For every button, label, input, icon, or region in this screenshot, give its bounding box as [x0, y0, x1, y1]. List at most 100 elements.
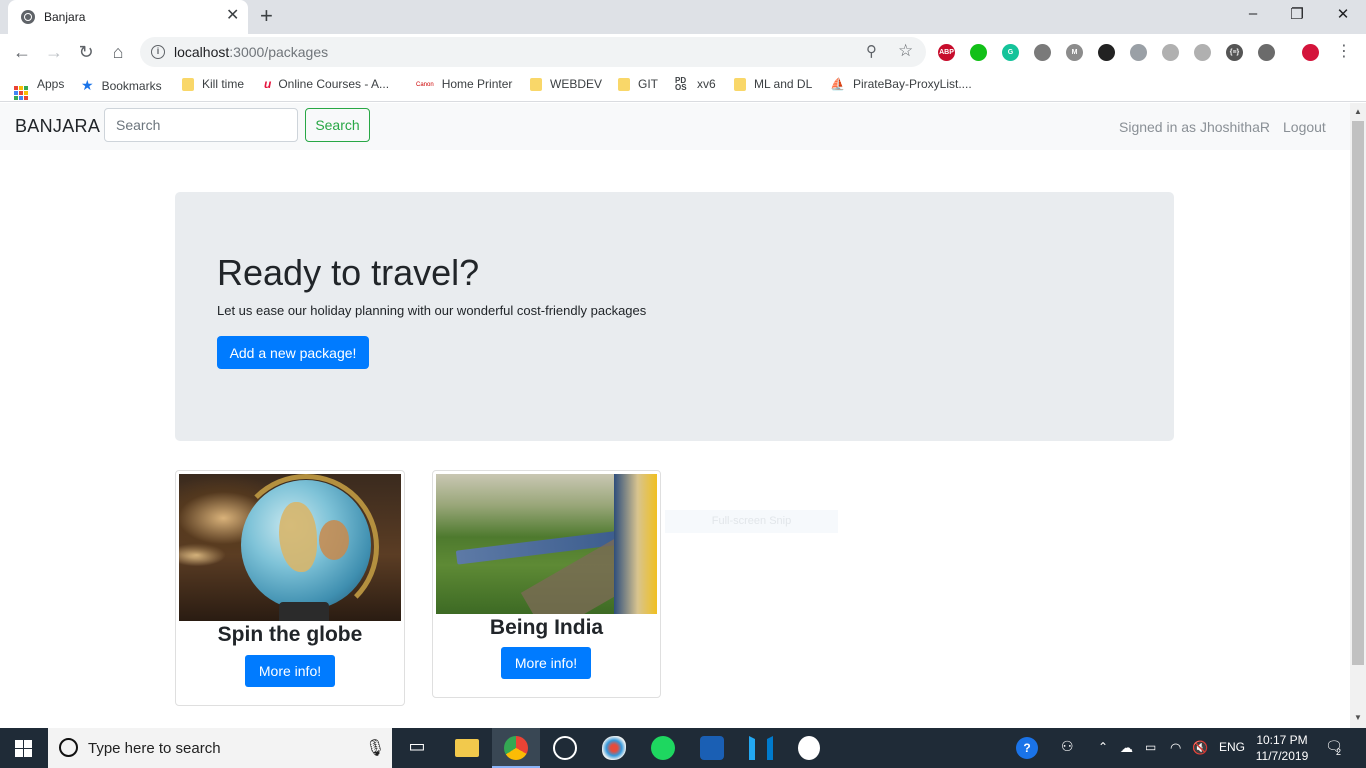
taskbar-search-placeholder: Type here to search — [88, 740, 221, 757]
bookmark-home-printer[interactable]: Canon Home Printer — [416, 77, 512, 91]
tab-close-icon[interactable]: ✕ — [226, 8, 239, 24]
hangouts-icon[interactable] — [970, 44, 987, 61]
microphone-icon[interactable]: 🎙 — [365, 738, 385, 758]
task-view-button[interactable]: ▭ — [393, 728, 441, 768]
address-bar[interactable]: i localhost:3000/packages ⚲ ☆ — [140, 37, 926, 67]
scroll-up-arrow-icon[interactable]: ▲ — [1354, 107, 1362, 116]
globe-ext-icon[interactable] — [1162, 44, 1179, 61]
search-input[interactable] — [104, 108, 298, 142]
bookmark-label: Bookmarks — [101, 79, 162, 93]
taskbar-clock[interactable]: 10:17 PM 11/7/2019 — [1254, 732, 1310, 764]
copy-ext-icon[interactable] — [1194, 44, 1211, 61]
udemy-icon: u — [264, 77, 272, 91]
help-icon[interactable]: ? — [1016, 737, 1038, 759]
add-package-button[interactable]: Add a new package! — [217, 336, 369, 369]
taskbar-mongodb[interactable] — [786, 728, 834, 768]
forward-arrow-icon[interactable]: → — [42, 40, 66, 64]
package-image-train[interactable] — [436, 474, 657, 614]
folder-icon — [182, 78, 194, 91]
bookmark-label: PirateBay-ProxyList.... — [852, 77, 972, 91]
bookmark-star-icon[interactable]: ☆ — [898, 41, 913, 61]
bookmark-online-courses[interactable]: u Online Courses - A... — [264, 77, 389, 91]
windows-start-icon[interactable] — [15, 740, 32, 757]
search-button[interactable]: Search — [305, 108, 370, 142]
grammarly-icon[interactable]: G — [1002, 44, 1019, 61]
profile-avatar-icon[interactable] — [1302, 44, 1319, 61]
taskbar-paint[interactable] — [590, 728, 638, 768]
signed-in-user-label[interactable]: Signed in as JhoshithaR — [1119, 119, 1270, 135]
tab-icon[interactable] — [1098, 44, 1115, 61]
canon-icon: Canon — [416, 82, 434, 88]
page-viewport: BANJARA Search Signed in as JhoshithaR L… — [0, 103, 1350, 728]
bookmark-ml-and-dl[interactable]: ML and DL — [734, 77, 812, 91]
bookmark-xv6[interactable]: PD OS xv6 — [675, 77, 716, 92]
home-icon[interactable]: ⌂ — [106, 40, 130, 64]
paint-icon — [602, 736, 626, 760]
clock-time: 10:17 PM — [1256, 733, 1308, 747]
taskbar-alarms[interactable] — [541, 728, 589, 768]
taskbar-spotify[interactable] — [639, 728, 687, 768]
scroll-down-arrow-icon[interactable]: ▼ — [1354, 713, 1362, 722]
people-icon[interactable]: ⚇ — [1061, 738, 1074, 755]
wifi-icon[interactable]: ◠ — [1170, 740, 1181, 756]
more-info-button[interactable]: More info! — [501, 647, 591, 679]
more-info-button[interactable]: More info! — [245, 655, 335, 687]
site-info-icon[interactable]: i — [151, 45, 165, 59]
restore-button[interactable]: ❐ — [1274, 5, 1320, 23]
taskbar-search-box[interactable]: Type here to search 🎙 — [48, 728, 392, 768]
bookmark-label: Kill time — [202, 77, 245, 91]
apps-grid-icon — [14, 86, 28, 100]
onedrive-icon[interactable]: ☁ — [1120, 740, 1133, 756]
json-ext-icon[interactable]: {≡} — [1226, 44, 1243, 61]
ghost-ext-icon[interactable] — [1258, 44, 1275, 61]
bookmark-label: WEBDEV — [550, 77, 603, 91]
bookmark-git[interactable]: GIT — [618, 77, 658, 91]
chrome-menu-icon[interactable]: ⋮ — [1336, 41, 1352, 61]
back-arrow-icon[interactable]: ← — [10, 40, 34, 64]
cortana-icon — [59, 738, 78, 757]
tray-chevron-icon[interactable]: ⌃ — [1098, 740, 1108, 754]
minimize-button[interactable]: – — [1230, 5, 1276, 22]
bookmark-bookmarks[interactable]: ★ Bookmarks — [81, 77, 162, 94]
language-indicator[interactable]: ENG — [1219, 740, 1245, 754]
browser-toolbar: ← → ↻ ⌂ i localhost:3000/packages ⚲ ☆ AB… — [0, 34, 1366, 70]
url-text[interactable]: localhost:3000/packages — [174, 44, 328, 60]
taskbar-vscode[interactable] — [737, 728, 785, 768]
volume-muted-icon[interactable]: 🔇 — [1192, 740, 1208, 756]
folder-icon — [530, 78, 542, 91]
logout-link[interactable]: Logout — [1283, 119, 1326, 135]
bookmark-piratebay[interactable]: ⛵ PirateBay-ProxyList.... — [830, 77, 972, 91]
reload-icon[interactable]: ↻ — [74, 40, 98, 64]
site-navbar: BANJARA Search Signed in as JhoshithaR L… — [0, 103, 1350, 150]
chrome-icon — [504, 736, 528, 760]
bookmark-webdev[interactable]: WEBDEV — [530, 77, 602, 91]
mailtrack-icon[interactable]: M — [1066, 44, 1083, 61]
windows-taskbar: Type here to search 🎙 ▭ ? ⚇ ⌃ ☁ ▭ ◠ 🔇 EN… — [0, 728, 1366, 768]
new-tab-button[interactable]: + — [260, 5, 273, 27]
zoom-icon[interactable]: ⚲ — [866, 42, 877, 60]
bookmark-kill-time[interactable]: Kill time — [182, 77, 244, 91]
jumbotron-lead: Let us ease our holiday planning with ou… — [217, 303, 647, 318]
window-close-button[interactable]: ✕ — [1320, 5, 1366, 23]
bookmark-apps[interactable]: Apps — [14, 77, 64, 100]
globe-illustration — [241, 480, 371, 610]
taskbar-imo[interactable] — [688, 728, 736, 768]
extension-icon[interactable] — [1130, 44, 1147, 61]
page-scrollbar[interactable]: ▲ ▼ — [1350, 103, 1366, 728]
taskbar-file-explorer[interactable] — [443, 728, 491, 768]
battery-icon[interactable]: ▭ — [1145, 740, 1156, 754]
bookmark-label: GIT — [638, 77, 658, 91]
bookmark-label: ML and DL — [754, 77, 813, 91]
extension-icon[interactable] — [1034, 44, 1051, 61]
pirate-ship-icon: ⛵ — [830, 77, 845, 91]
taskbar-chrome[interactable] — [492, 728, 540, 768]
tab-title: Banjara — [44, 10, 86, 24]
scroll-thumb[interactable] — [1352, 121, 1364, 665]
adblock-plus-icon[interactable]: ABP — [938, 44, 955, 61]
package-card: Spin the globe More info! — [175, 470, 405, 706]
browser-tab[interactable]: Banjara ✕ — [8, 0, 248, 34]
task-view-icon: ▭ — [408, 736, 426, 756]
package-image-globe[interactable] — [179, 474, 401, 621]
url-path: :3000/packages — [229, 44, 329, 60]
brand-logo[interactable]: BANJARA — [15, 116, 100, 137]
